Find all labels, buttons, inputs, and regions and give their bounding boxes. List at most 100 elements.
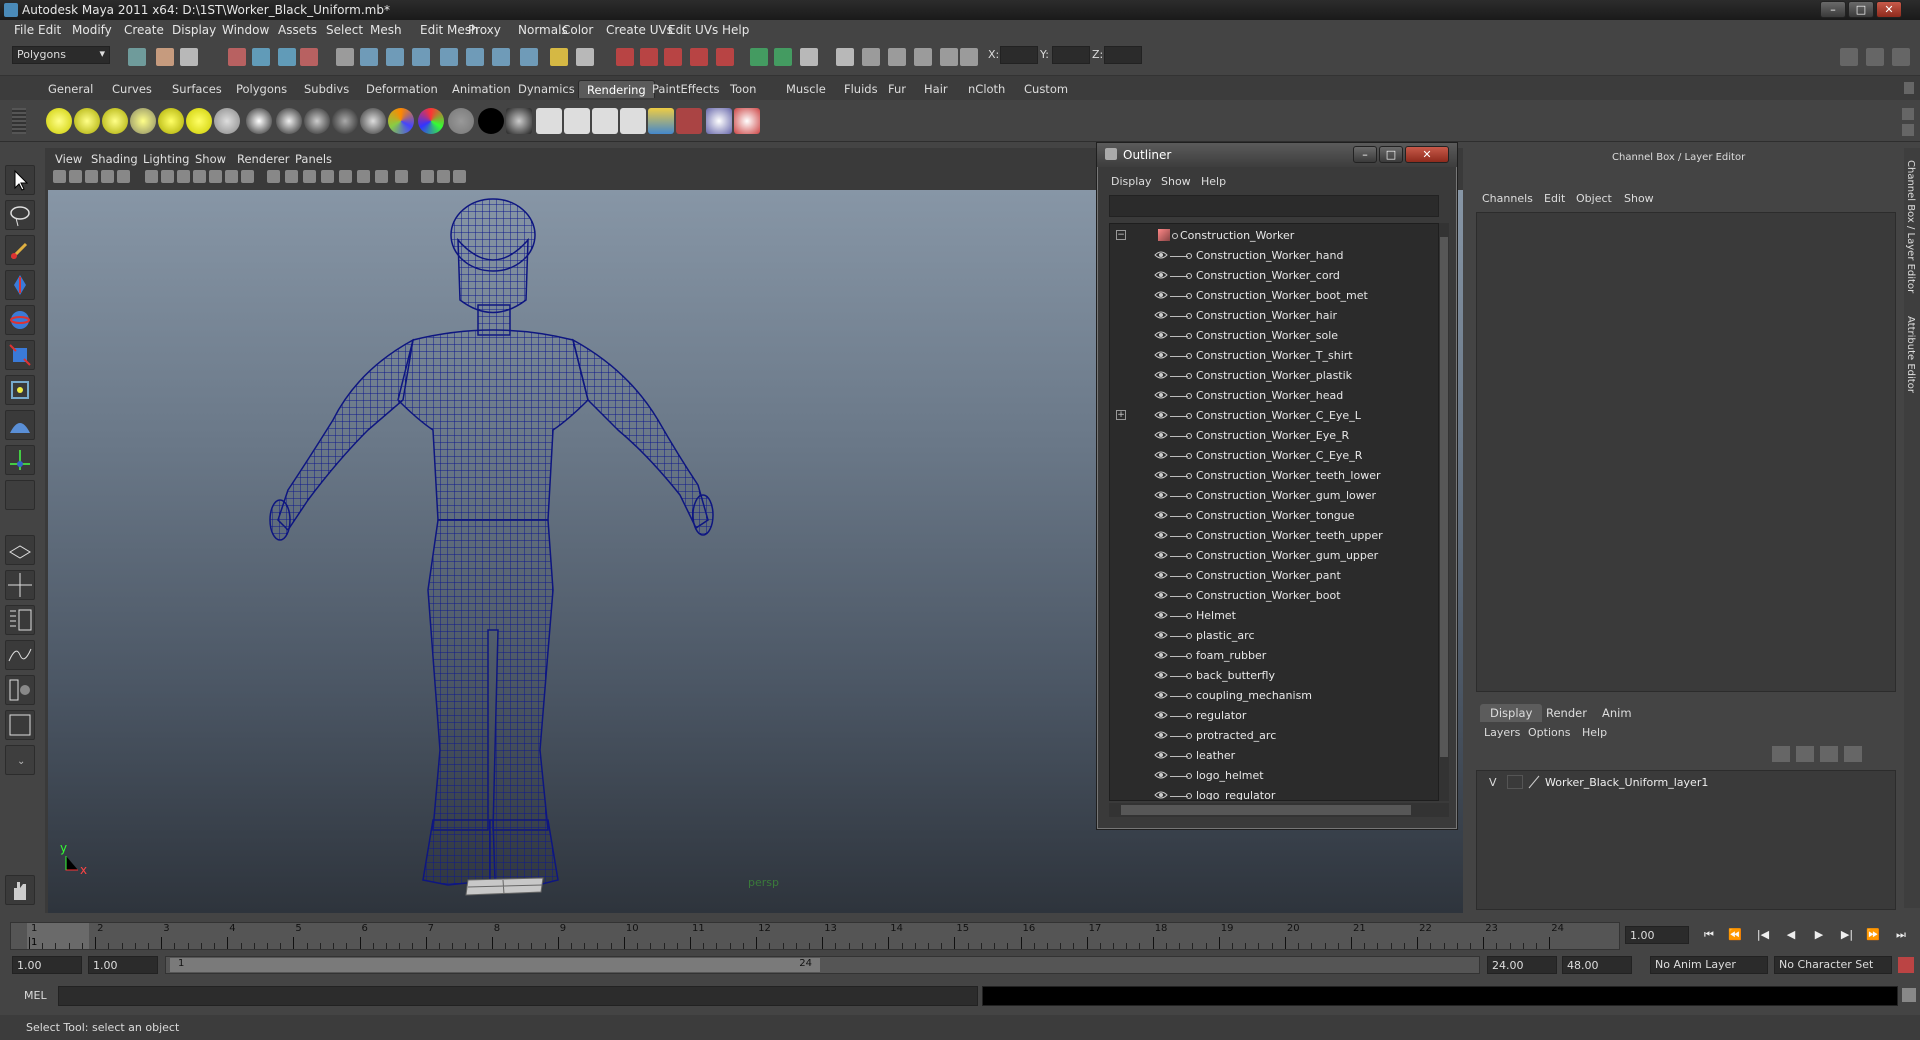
outliner-item[interactable]: Construction_Worker_plastik <box>1110 366 1430 386</box>
menu-edit-uvs[interactable]: Edit UVs <box>668 23 718 37</box>
expand-icon[interactable]: + <box>1116 410 1126 420</box>
camera-attributes-icon[interactable] <box>69 170 82 183</box>
status-tool-icon[interactable] <box>412 48 430 66</box>
surface-shader-icon[interactable] <box>448 108 474 134</box>
backface-icon[interactable] <box>453 170 466 183</box>
layer-visibility-toggle[interactable]: V <box>1489 776 1497 789</box>
outliner-item[interactable]: logo_regulator <box>1110 786 1430 800</box>
viewport-menu-renderer[interactable]: Renderer <box>237 152 290 166</box>
go-to-end-icon[interactable]: ⏭ <box>1890 928 1912 944</box>
anim-layer-dropdown[interactable]: No Anim Layer <box>1650 956 1768 974</box>
outliner-close-button[interactable]: ✕ <box>1405 146 1449 163</box>
move-tool-icon[interactable] <box>5 270 35 300</box>
shelf-tab-animation[interactable]: Animation <box>444 80 519 98</box>
menu-file[interactable]: File <box>14 23 34 37</box>
outliner-item[interactable]: Construction_Worker_tongue <box>1110 506 1430 526</box>
outliner-item[interactable]: Construction_Worker_gum_lower <box>1110 486 1430 506</box>
2d-pan-zoom-icon[interactable] <box>117 170 130 183</box>
close-button[interactable]: ✕ <box>1876 1 1902 18</box>
menu-create[interactable]: Create <box>124 23 164 37</box>
outliner-item[interactable]: Construction_Worker_hand <box>1110 246 1430 266</box>
universal-manipulator-icon[interactable] <box>5 375 35 405</box>
character-set-dropdown[interactable]: No Character Set <box>1774 956 1892 974</box>
status-tool-icon[interactable] <box>750 48 768 66</box>
side-tab-attribute-editor[interactable]: Attribute Editor <box>1905 316 1916 393</box>
persp-graph-layout-icon[interactable] <box>5 640 35 670</box>
shelf-scroll-down-icon[interactable] <box>1902 124 1914 136</box>
outliner-item[interactable]: Helmet <box>1110 606 1430 626</box>
use-background-icon[interactable] <box>478 108 504 134</box>
range-slider-track[interactable]: 1 24 <box>165 956 1480 974</box>
shelf-tab-custom[interactable]: Custom <box>1016 80 1076 98</box>
mental-ray-icon[interactable] <box>706 108 732 134</box>
layer-menu-help[interactable]: Help <box>1582 726 1607 739</box>
menu-normals[interactable]: Normals <box>518 23 568 37</box>
viewport-menu-view[interactable]: View <box>55 152 82 166</box>
persp-outliner-layout-icon[interactable] <box>5 605 35 635</box>
play-backwards-icon[interactable]: ◀ <box>1780 928 1802 944</box>
outliner-horizontal-scrollbar[interactable] <box>1109 803 1449 817</box>
status-tool-icon[interactable] <box>836 48 854 66</box>
layer-menu-options[interactable]: Options <box>1528 726 1570 739</box>
menu-set-dropdown[interactable]: Polygons ▾ <box>12 46 110 64</box>
menu-assets[interactable]: Assets <box>278 23 317 37</box>
go-to-start-icon[interactable]: ⏮ <box>1698 928 1720 944</box>
minimize-button[interactable]: – <box>1820 1 1846 18</box>
viewport-menu-lighting[interactable]: Lighting <box>143 152 189 166</box>
current-time-field[interactable]: 1.00 <box>1625 926 1689 944</box>
outliner-hscroll-thumb[interactable] <box>1121 805 1411 815</box>
status-tool-icon[interactable] <box>716 48 734 66</box>
shadows-icon[interactable] <box>357 170 370 183</box>
new-layer-icon[interactable] <box>1772 746 1790 762</box>
ambient-light-icon[interactable] <box>186 108 212 134</box>
smooth-shade-icon[interactable] <box>285 170 298 183</box>
render-current-icon[interactable] <box>564 108 590 134</box>
persp-graph-outliner-layout-icon[interactable] <box>5 710 35 740</box>
status-tool-icon[interactable] <box>690 48 708 66</box>
outliner-item[interactable]: back_butterfly <box>1110 666 1430 686</box>
anisotropic-material-icon[interactable] <box>360 108 386 134</box>
shelf-tab-muscle[interactable]: Muscle <box>778 80 834 98</box>
outliner-item[interactable]: Construction_Worker_gum_upper <box>1110 546 1430 566</box>
shelf-tab-subdivs[interactable]: Subdivs <box>296 80 357 98</box>
status-tool-icon[interactable] <box>774 48 792 66</box>
playback-end-field[interactable]: 24.00 <box>1487 956 1557 974</box>
film-gate-icon[interactable] <box>161 170 174 183</box>
shading-map-icon[interactable] <box>506 108 532 134</box>
outliner-item[interactable]: protracted_arc <box>1110 726 1430 746</box>
channel-box-menu-edit[interactable]: Edit <box>1544 192 1565 205</box>
start-time-field[interactable]: 1.00 <box>12 956 82 974</box>
status-tool-icon[interactable] <box>386 48 404 66</box>
maximize-button[interactable]: □ <box>1848 1 1874 18</box>
status-tool-icon[interactable] <box>616 48 634 66</box>
status-tool-icon[interactable] <box>156 48 174 66</box>
auto-key-icon[interactable] <box>1898 957 1914 973</box>
status-tool-icon[interactable] <box>180 48 198 66</box>
shelf-scroll-up-icon[interactable] <box>1902 108 1914 120</box>
outliner-item[interactable]: coupling_mechanism <box>1110 686 1430 706</box>
status-tool-icon[interactable] <box>252 48 270 66</box>
paint-canvas-icon[interactable] <box>734 108 760 134</box>
outliner-item[interactable]: Construction_Worker_Eye_R <box>1110 426 1430 446</box>
outliner-item[interactable]: Construction_Worker_cord <box>1110 266 1430 286</box>
outliner-item[interactable]: logo_helmet <box>1110 766 1430 786</box>
outliner-item[interactable]: Construction_Worker_head <box>1110 386 1430 406</box>
ipr-render-icon[interactable] <box>592 108 618 134</box>
grid-icon[interactable] <box>145 170 158 183</box>
outliner-filter-field[interactable] <box>1109 195 1439 217</box>
image-plane-icon[interactable] <box>101 170 114 183</box>
outliner-item[interactable]: foam_rubber <box>1110 646 1430 666</box>
end-time-field[interactable]: 48.00 <box>1562 956 1632 974</box>
resolution-gate-icon[interactable] <box>177 170 190 183</box>
script-editor-icon[interactable] <box>1902 988 1916 1002</box>
viewport-menu-show[interactable]: Show <box>195 152 226 166</box>
phong-material-icon[interactable] <box>276 108 302 134</box>
collapse-icon[interactable]: − <box>1116 230 1126 240</box>
status-tool-icon[interactable] <box>576 48 594 66</box>
safe-action-icon[interactable] <box>225 170 238 183</box>
safe-title-icon[interactable] <box>241 170 254 183</box>
menu-modify[interactable]: Modify <box>72 23 112 37</box>
point-light-icon[interactable] <box>46 108 72 134</box>
spot-light-icon[interactable] <box>102 108 128 134</box>
status-tool-icon[interactable] <box>520 48 538 66</box>
